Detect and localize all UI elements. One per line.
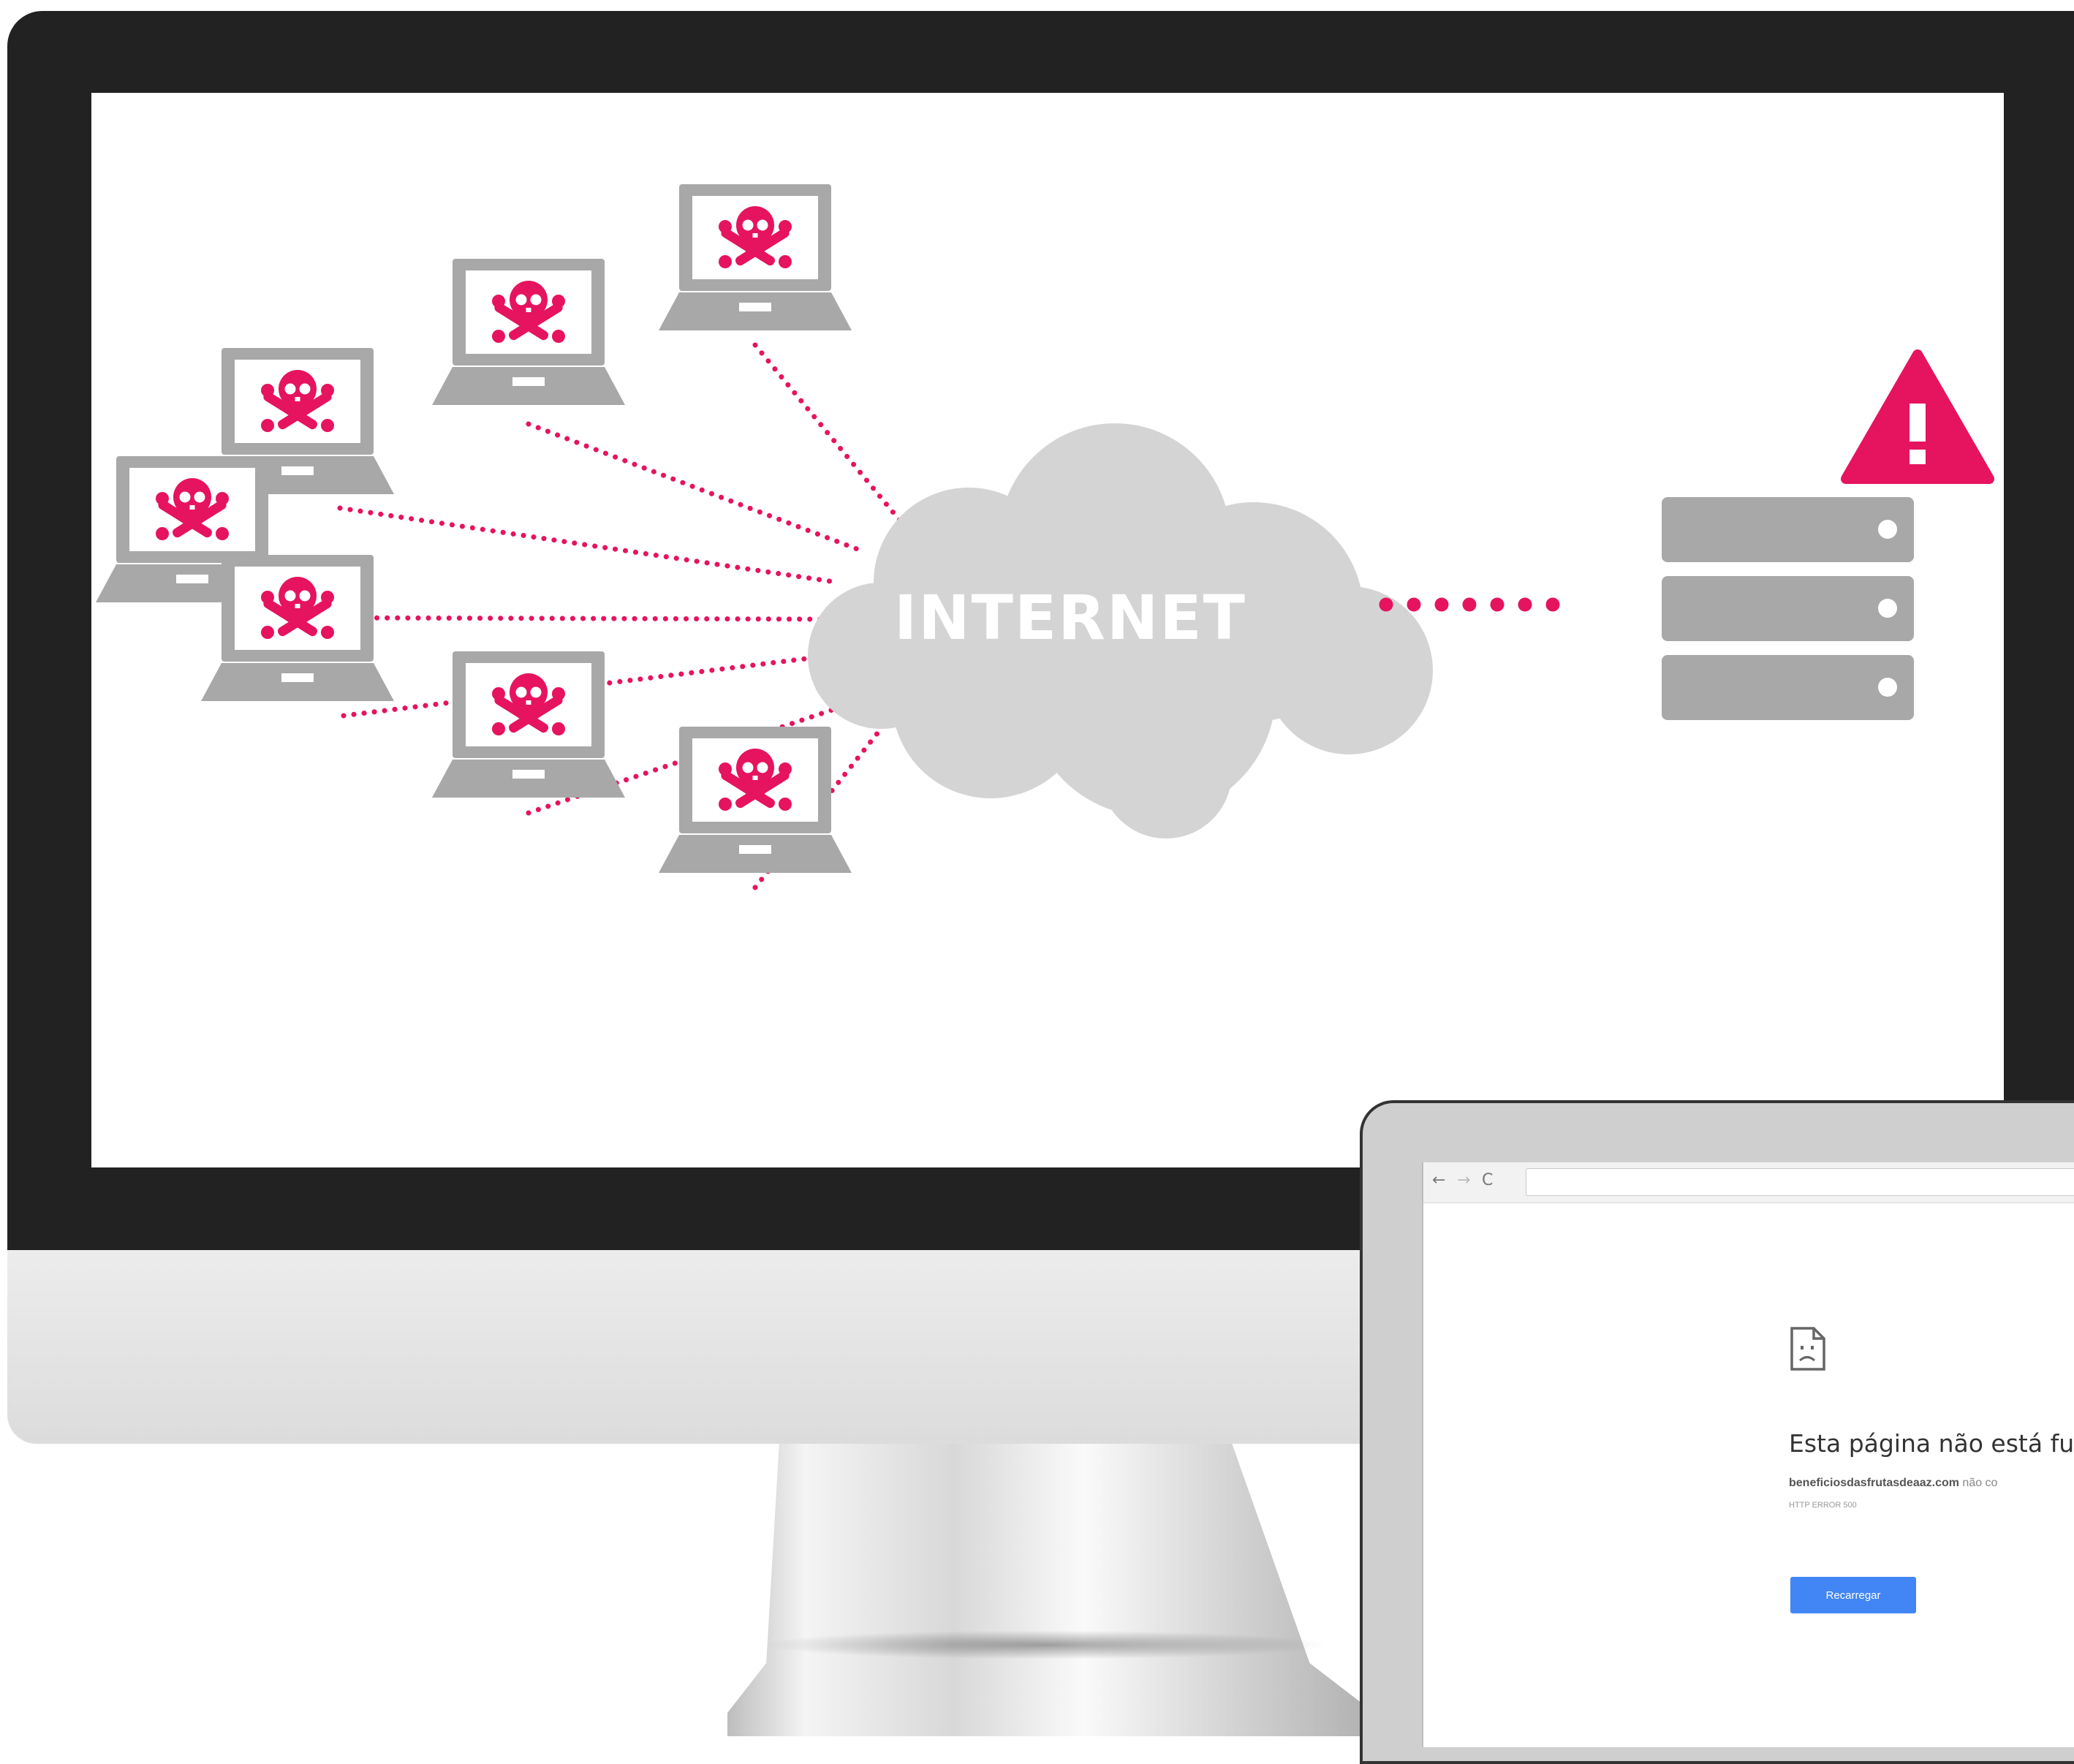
error-title: Esta página não está func <box>1789 1429 2074 1458</box>
attacker-laptop-icon <box>659 727 852 873</box>
ddos-diagram: INTERNET <box>96 184 1994 890</box>
sad-page-icon <box>1790 1327 1825 1371</box>
warning-triangle-icon <box>1841 349 1994 484</box>
stand-shadow <box>760 1630 1331 1659</box>
address-bar[interactable] <box>1526 1168 2074 1196</box>
browser-toolbar: ← → C <box>1423 1162 2074 1203</box>
error-description: beneficiosdasfrutasdeaaz.com não co <box>1789 1477 1997 1490</box>
attacker-laptop-icon <box>432 651 625 798</box>
error-message: não co <box>1958 1477 1998 1489</box>
attacker-laptop-icon <box>659 184 852 330</box>
reload-button[interactable]: Recarregar <box>1790 1577 1916 1613</box>
monitor-stand <box>727 1444 1374 1736</box>
reload-icon[interactable]: C <box>1482 1170 1493 1192</box>
server-stack-icon <box>1662 497 1914 720</box>
back-arrow-icon[interactable]: ← <box>1432 1170 1445 1192</box>
attacker-laptop-icon <box>432 259 625 405</box>
browser-window: ← → C Esta página não está func benefici… <box>1422 1162 2074 1747</box>
error-domain: beneficiosdasfrutasdeaaz.com <box>1789 1477 1959 1489</box>
forward-arrow-icon[interactable]: → <box>1457 1170 1470 1192</box>
attacker-laptop-icon <box>201 555 394 701</box>
monitor-screen: INTERNET <box>91 93 2004 1167</box>
error-code: HTTP ERROR 500 <box>1789 1501 1857 1510</box>
internet-label: INTERNET <box>894 582 1246 654</box>
